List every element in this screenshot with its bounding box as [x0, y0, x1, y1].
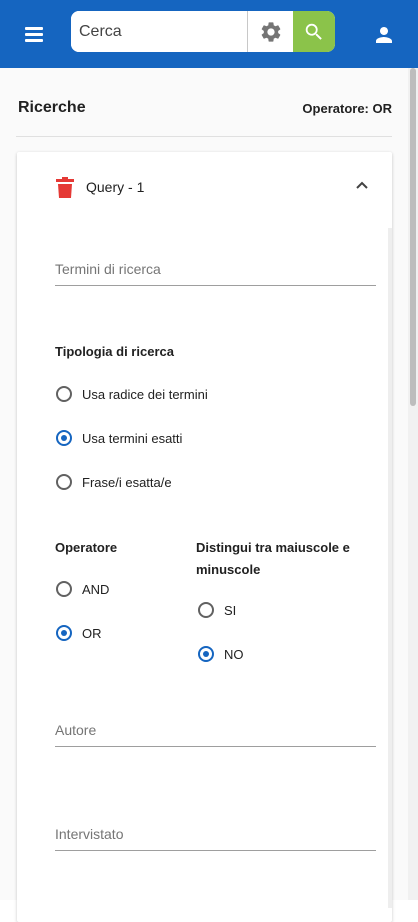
user-account-button[interactable]	[372, 23, 396, 47]
app-bar	[0, 0, 418, 68]
radio-circle	[56, 386, 72, 402]
radio-label: AND	[82, 581, 110, 597]
radio-circle	[56, 474, 72, 490]
radio-circle	[56, 430, 72, 446]
card-scrollbar[interactable]	[388, 228, 392, 908]
delete-query-button[interactable]	[55, 177, 75, 204]
page-scrollbar[interactable]	[408, 68, 418, 900]
menu-icon-bar	[25, 27, 43, 30]
search-input[interactable]	[71, 11, 253, 52]
chevron-up-icon	[356, 181, 368, 189]
section-title: Ricerche	[18, 99, 86, 116]
radio-label: NO	[224, 646, 244, 662]
radio-circle	[198, 602, 214, 618]
magnifier-icon	[305, 23, 322, 40]
trash-icon	[56, 177, 74, 198]
query-title: Query - 1	[86, 179, 145, 195]
radio-label: OR	[82, 625, 102, 641]
search-terms-field	[55, 261, 376, 286]
search-button[interactable]	[293, 11, 335, 52]
radio-stem-terms[interactable]: Usa radice dei termini	[56, 386, 208, 402]
radio-label: Usa radice dei termini	[82, 386, 208, 402]
scrollbar-thumb[interactable]	[410, 68, 416, 406]
radio-label: Frase/i esatta/e	[82, 474, 172, 490]
radio-label: Usa termini esatti	[82, 430, 183, 446]
case-sensitive-label: Distingui tra maiuscole e minuscole	[196, 540, 350, 577]
author-input[interactable]	[55, 722, 376, 746]
search-box	[71, 11, 335, 52]
radio-operator-and[interactable]: AND	[56, 581, 109, 597]
collapse-query-button[interactable]	[352, 176, 372, 194]
menu-button[interactable]	[22, 24, 46, 44]
menu-icon-bar	[25, 39, 43, 42]
gear-icon	[261, 21, 281, 42]
radio-exact-terms[interactable]: Usa termini esatti	[56, 430, 182, 446]
person-icon	[376, 27, 392, 43]
search-type-label: Tipologia di ricerca	[55, 344, 174, 359]
radio-label: SI	[224, 602, 237, 618]
radio-case-no[interactable]: NO	[198, 646, 244, 662]
author-field	[55, 722, 376, 747]
interviewee-input[interactable]	[55, 826, 376, 850]
global-operator-label: Operatore: OR	[302, 101, 392, 116]
search-settings-button[interactable]	[247, 11, 294, 52]
radio-circle	[56, 581, 72, 597]
menu-icon-bar	[25, 33, 43, 36]
operator-label: Operatore	[55, 540, 118, 555]
radio-circle	[198, 646, 214, 662]
interviewee-field	[55, 826, 376, 851]
radio-operator-or[interactable]: OR	[56, 625, 102, 641]
search-terms-input[interactable]	[55, 261, 376, 285]
radio-case-si[interactable]: SI	[198, 602, 236, 618]
radio-exact-phrase[interactable]: Frase/i esatta/e	[56, 474, 172, 490]
section-divider	[16, 136, 392, 137]
radio-circle	[56, 625, 72, 641]
